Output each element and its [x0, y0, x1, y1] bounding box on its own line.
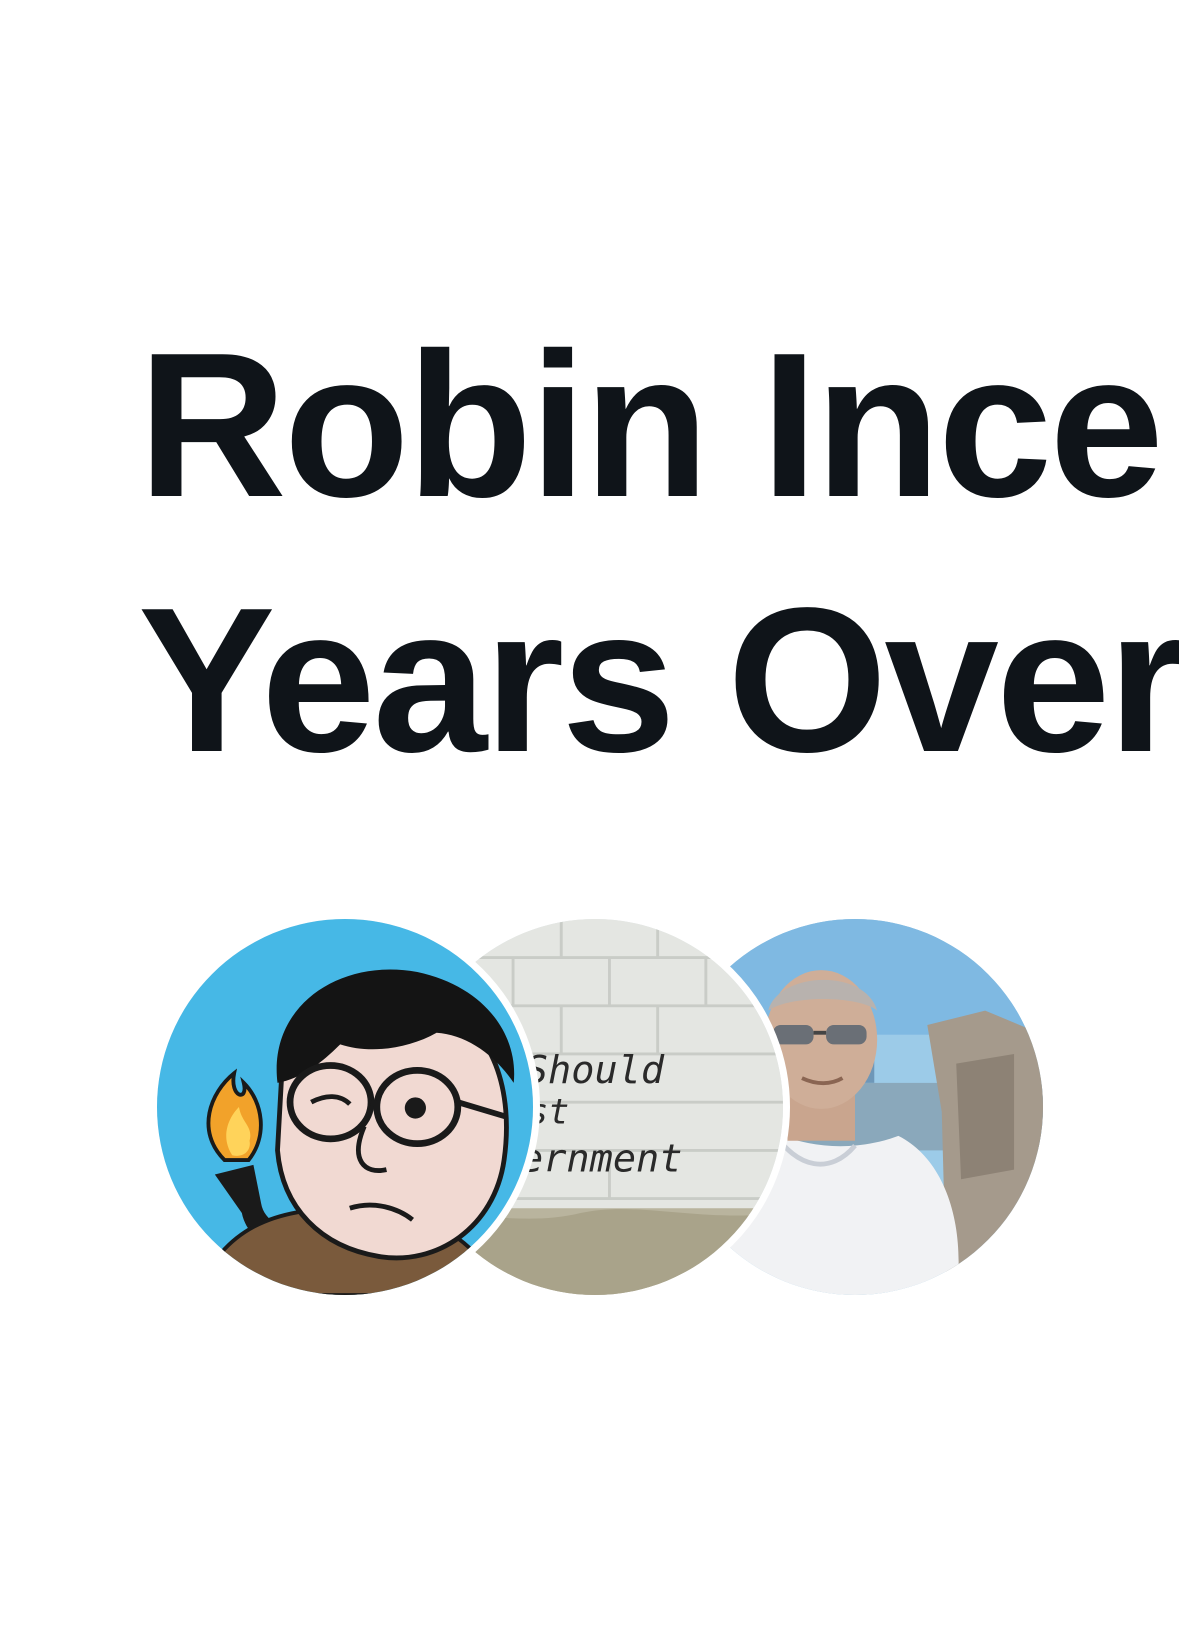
participant-avatar-stack[interactable]: er Should Trust Government	[150, 912, 1050, 1302]
cartoon-man-with-pipe-icon	[157, 919, 533, 1295]
cartoon-man-avatar[interactable]	[150, 912, 540, 1302]
article-headline[interactable]: Robin Ince Years Over	[138, 298, 1179, 808]
headline-line-2: Years Over	[138, 565, 1179, 795]
headline-line-1: Robin Ince	[138, 310, 1164, 540]
